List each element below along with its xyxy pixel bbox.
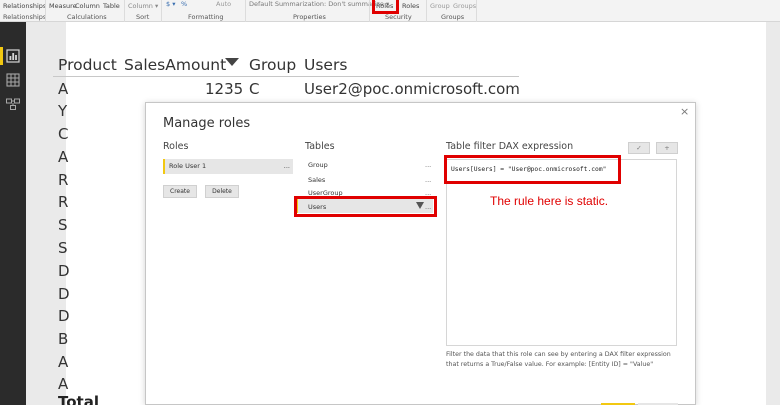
cell-product: Y	[58, 102, 68, 120]
cell-group: C	[249, 80, 260, 98]
help-text: Filter the data that this role can see b…	[446, 351, 671, 368]
close-icon[interactable]: ×	[680, 105, 689, 118]
column-header-group[interactable]: Group	[249, 56, 296, 74]
column-header-product[interactable]: Product	[58, 56, 117, 74]
ribbon-separator	[124, 0, 125, 22]
new-table-button[interactable]: Table	[103, 2, 120, 10]
sort-descending-icon	[225, 58, 239, 66]
group-label-calculations: Calculations	[67, 13, 107, 21]
role-more-icon[interactable]: ...	[284, 159, 290, 174]
new-measure-button[interactable]: Measure	[49, 2, 77, 10]
add-filter-button[interactable]: +	[656, 142, 678, 154]
check-expression-button[interactable]: ✓	[628, 142, 650, 154]
group-label-sort: Sort	[136, 13, 150, 21]
cell-product: R	[58, 193, 69, 211]
ribbon-separator	[476, 0, 477, 22]
dialog-title: Manage roles	[163, 116, 251, 131]
header-divider	[53, 76, 519, 77]
dax-expression-label: Table filter DAX expression	[446, 141, 574, 152]
cell-product: C	[58, 125, 69, 143]
expression-highlight-box	[444, 155, 621, 184]
annotation-text: The rule here is static.	[490, 194, 609, 208]
new-group-button[interactable]: Group	[430, 2, 450, 10]
column-header-users[interactable]: Users	[304, 56, 347, 74]
total-label: Total	[58, 393, 99, 405]
percent-format-button[interactable]: %	[181, 0, 187, 8]
cell-product: D	[58, 307, 70, 325]
users-table-highlight-box	[294, 196, 437, 217]
cell-salesamount: 1235	[205, 80, 244, 98]
cell-product: A	[58, 353, 69, 371]
report-view-icon[interactable]	[5, 49, 21, 63]
cell-product: R	[58, 171, 69, 189]
view-nav	[0, 22, 26, 405]
cell-product: A	[58, 375, 69, 393]
ribbon-separator	[426, 0, 427, 22]
dax-expression-editor[interactable]	[446, 159, 677, 346]
group-label-formatting: Formatting	[188, 13, 224, 21]
view-as-roles-button[interactable]: Roles	[402, 2, 419, 10]
cell-product: S	[58, 239, 68, 257]
edit-groups-button[interactable]: Groups	[453, 2, 476, 10]
group-label-relationships: Relationships	[3, 13, 47, 21]
tables-label: Tables	[305, 141, 335, 152]
cell-product: B	[58, 330, 69, 348]
table-more-icon[interactable]: ...	[425, 176, 431, 184]
sort-by-column-button[interactable]: Column ▾	[128, 2, 158, 10]
ribbon-separator	[161, 0, 162, 22]
model-view-icon[interactable]	[5, 97, 21, 111]
group-label-groups: Groups	[441, 13, 465, 21]
data-view-icon[interactable]	[5, 73, 21, 87]
ribbon-separator	[245, 0, 246, 22]
roles-panel: Role User 1 ... Create Delete	[163, 158, 293, 358]
manage-roles-dialog: × Manage roles Roles Role User 1 ... Cre…	[145, 102, 696, 405]
roles-label: Roles	[163, 141, 189, 152]
currency-format-button[interactable]: $ ▾	[166, 0, 175, 8]
column-header-salesamount[interactable]: SalesAmount	[124, 56, 226, 74]
new-column-button[interactable]: Column	[75, 2, 100, 10]
delete-button[interactable]: Delete	[205, 185, 239, 198]
group-label-security: Security	[385, 13, 412, 21]
cell-product: A	[58, 80, 69, 98]
cell-product: D	[58, 262, 70, 280]
active-view-indicator	[0, 47, 3, 65]
table-item-sales[interactable]: Sales	[308, 176, 325, 184]
table-more-icon[interactable]: ...	[425, 161, 431, 169]
ribbon-separator	[369, 0, 370, 22]
relationships-button[interactable]: Relationships	[3, 2, 46, 10]
ribbon-separator	[45, 0, 46, 22]
create-button[interactable]: Create	[163, 185, 197, 198]
cell-product: D	[58, 285, 70, 303]
cell-product: A	[58, 148, 69, 166]
roles-highlight-box	[372, 0, 399, 14]
cell-product: S	[58, 216, 68, 234]
role-item[interactable]: Role User 1 ...	[163, 159, 293, 174]
table-item-group[interactable]: Group	[308, 161, 328, 169]
group-label-properties: Properties	[293, 13, 326, 21]
decimal-auto-field[interactable]: Auto	[216, 0, 231, 8]
role-item-label: Role User 1	[169, 162, 207, 170]
cell-users: User2@poc.onmicrosoft.com	[304, 80, 520, 98]
